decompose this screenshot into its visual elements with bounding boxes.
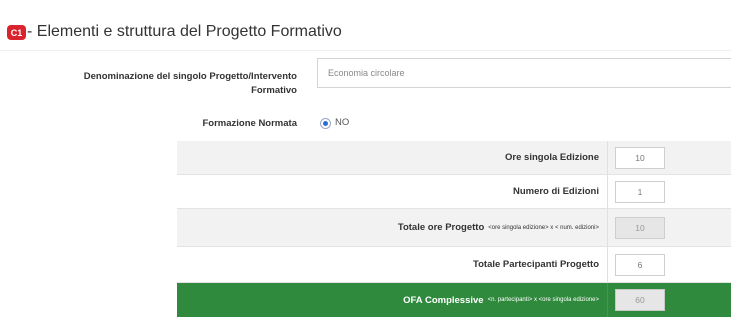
- formazione-normata-radio[interactable]: [320, 118, 331, 129]
- table-row-totale-partecipanti: Totale Partecipanti Progetto 6: [177, 247, 731, 283]
- totale-ore-progetto-value: 10: [615, 217, 665, 239]
- section-badge: C1: [7, 25, 26, 40]
- totale-partecipanti-input[interactable]: 6: [615, 254, 665, 276]
- table-row-ofa-complessive: OFA Complessive <n. partecipanti> x <ore…: [177, 283, 731, 317]
- table-row-totale-ore-progetto: Totale ore Progetto <ore singola edizion…: [177, 209, 731, 247]
- formazione-normata-option-label[interactable]: NO: [335, 117, 349, 128]
- table-row-ore-singola-edizione: Ore singola Edizione 10: [177, 141, 731, 175]
- ofa-complessive-value: 60: [615, 289, 665, 311]
- numero-edizioni-input[interactable]: 1: [615, 181, 665, 203]
- ore-singola-edizione-label: Ore singola Edizione: [177, 141, 608, 174]
- row-label-text: Totale Partecipanti Progetto: [473, 259, 599, 270]
- totale-partecipanti-label: Totale Partecipanti Progetto: [177, 247, 608, 282]
- denominazione-label: Denominazione del singolo Progetto/Inter…: [83, 71, 297, 96]
- section-title: - Elementi e struttura del Progetto Form…: [27, 23, 342, 40]
- row-formula-note: <ore singola edizione> x < num. edizioni…: [488, 224, 599, 231]
- row-label-text: Ore singola Edizione: [505, 152, 599, 163]
- header-divider: [0, 50, 731, 51]
- formazione-normata-label: Formazione Normata: [202, 118, 298, 129]
- row-label-text: OFA Complessive: [403, 294, 484, 306]
- totale-ore-progetto-label: Totale ore Progetto <ore singola edizion…: [177, 209, 608, 246]
- ofa-complessive-label: OFA Complessive <n. partecipanti> x <ore…: [177, 283, 608, 317]
- table-row-numero-edizioni: Numero di Edizioni 1: [177, 175, 731, 209]
- numero-edizioni-label: Numero di Edizioni: [177, 175, 608, 208]
- ore-singola-edizione-input[interactable]: 10: [615, 147, 665, 169]
- row-formula-note: <n. partecipanti> x <ore singola edizion…: [487, 297, 599, 303]
- denominazione-input[interactable]: Economia circolare: [317, 58, 731, 88]
- row-label-text: Totale ore Progetto: [397, 222, 485, 233]
- row-label-text: Numero di Edizioni: [512, 186, 599, 197]
